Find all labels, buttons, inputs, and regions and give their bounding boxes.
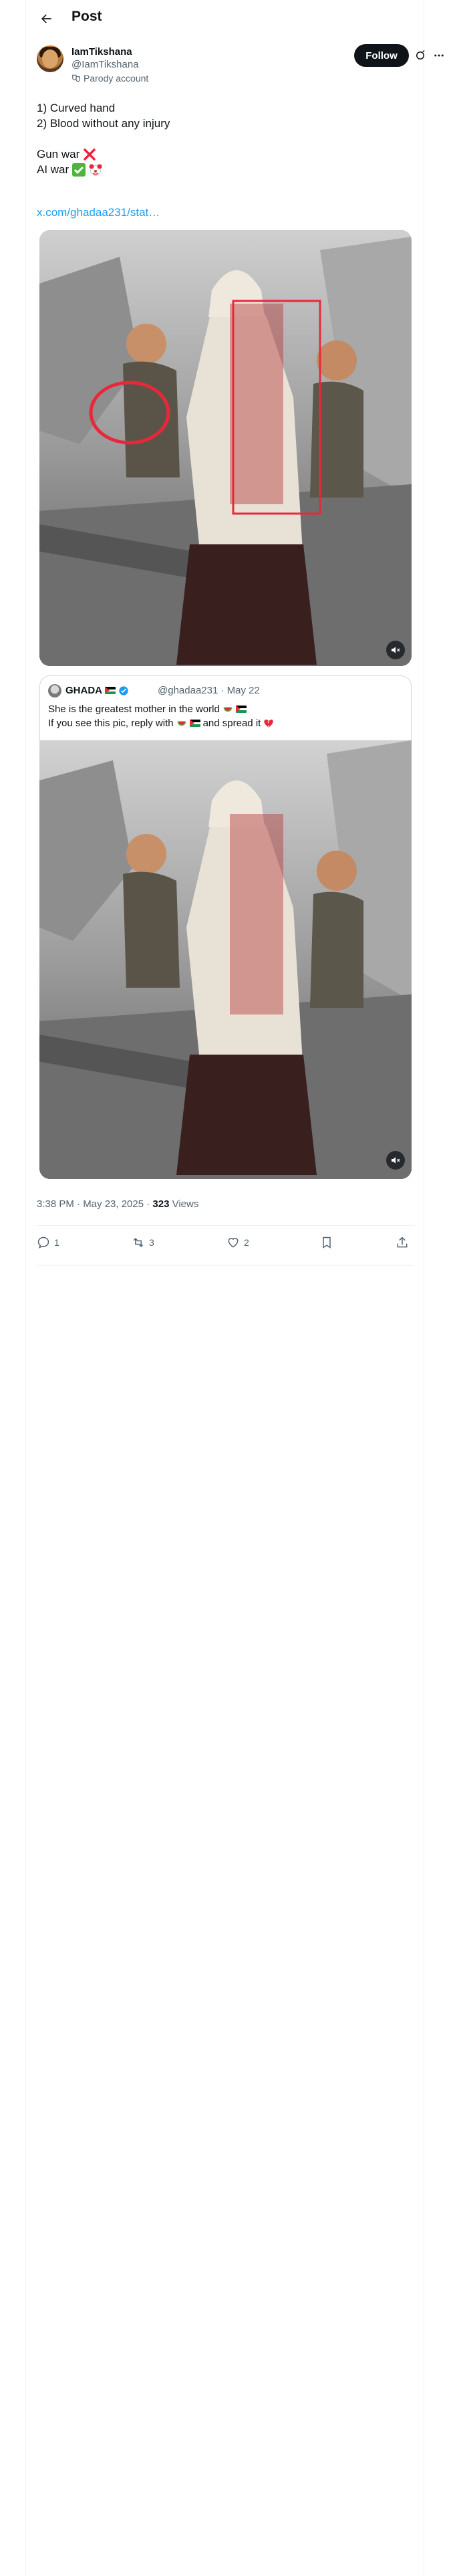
war-scene-image (39, 230, 412, 666)
tweet-line: Gun war (37, 148, 80, 160)
cross-mark-icon (84, 148, 96, 160)
divider (37, 1225, 414, 1226)
author-row: IamTikshana @IamTikshana Parody account … (37, 44, 444, 87)
post-timestamp: 3:38 PM · May 23, 2025 · 323 Views (37, 1198, 198, 1210)
heart-icon (228, 1238, 239, 1248)
speaker-muted-icon (392, 1157, 400, 1164)
like-button[interactable]: 2 (227, 1236, 249, 1249)
top-bar: Post (26, 0, 425, 37)
share-button[interactable] (396, 1236, 409, 1249)
war-scene-image (39, 740, 412, 1179)
divider (37, 1265, 414, 1266)
quoted-line2-suffix: and spread it (202, 718, 261, 729)
quoted-video[interactable] (39, 740, 412, 1179)
quoted-name: GHADA (65, 685, 129, 696)
palestine-flag-icon (189, 720, 200, 727)
repost-icon (133, 1238, 144, 1247)
share-icon (397, 1237, 408, 1248)
tweet-text: 1) Curved hand 2) Blood without any inju… (37, 100, 414, 177)
palestine-flag-icon (105, 687, 116, 694)
quoted-line1-text: She is the greatest mother in the world (48, 704, 220, 715)
broken-heart-icon (264, 719, 273, 728)
watermelon-icon (223, 707, 233, 712)
reply-count: 1 (54, 1237, 59, 1248)
quoted-handle-date: @ghadaa231 · May 22 (158, 685, 260, 696)
timeline-column: Post IamTikshana @IamTikshana Parody acc… (25, 0, 444, 2576)
watermelon-icon (177, 721, 186, 726)
quoted-text-line2: If you see this pic, reply with and spre… (48, 718, 274, 729)
author-display-name[interactable]: IamTikshana (71, 46, 132, 58)
theater-mask-icon (72, 74, 80, 82)
quoted-display-name: GHADA (65, 685, 102, 696)
avatar[interactable] (37, 45, 63, 72)
views-label: Views (169, 1198, 199, 1210)
tweet-line: 2) Blood without any injury (37, 117, 170, 130)
parody-label: Parody account (84, 73, 149, 84)
repost-button[interactable]: 3 (132, 1236, 154, 1249)
author-handle[interactable]: @IamTikshana (71, 59, 139, 70)
bookmark-icon (323, 1237, 331, 1249)
parody-badge: Parody account (71, 73, 148, 84)
reply-icon (37, 1237, 49, 1249)
quoted-text-line1: She is the greatest mother in the world (48, 704, 247, 715)
like-count: 2 (244, 1237, 249, 1248)
speaker-muted-icon (392, 647, 400, 653)
quoted-avatar (48, 684, 61, 697)
mute-button[interactable] (386, 641, 405, 659)
mute-button[interactable] (386, 1151, 405, 1170)
post-time-date[interactable]: 3:38 PM · May 23, 2025 · (37, 1198, 152, 1210)
arrow-left-icon (41, 14, 51, 23)
tweet-video[interactable] (39, 230, 412, 666)
action-bar: 1 3 2 (37, 1230, 414, 1257)
grok-icon[interactable] (413, 48, 428, 63)
repost-count: 3 (149, 1237, 154, 1248)
views-count: 323 (152, 1198, 170, 1210)
palestine-flag-icon (235, 706, 247, 713)
tweet-line: AI war (37, 163, 69, 176)
quoted-tweet[interactable]: GHADA @ghadaa231 · May 22 She is the gre… (39, 675, 412, 741)
reply-button[interactable]: 1 (37, 1236, 59, 1249)
quoted-line2-prefix: If you see this pic, reply with (48, 718, 174, 729)
more-options-icon[interactable] (432, 48, 446, 63)
bookmark-button[interactable] (320, 1236, 333, 1249)
follow-button[interactable]: Follow (354, 44, 409, 67)
tweet-link[interactable]: x.com/ghadaa231/stat… (37, 206, 160, 219)
tweet-line: 1) Curved hand (37, 102, 116, 114)
page-title: Post (71, 9, 102, 24)
clown-face-icon (89, 164, 102, 176)
check-mark-icon (72, 163, 86, 177)
back-button[interactable] (37, 9, 55, 28)
verified-badge-icon (119, 685, 128, 695)
